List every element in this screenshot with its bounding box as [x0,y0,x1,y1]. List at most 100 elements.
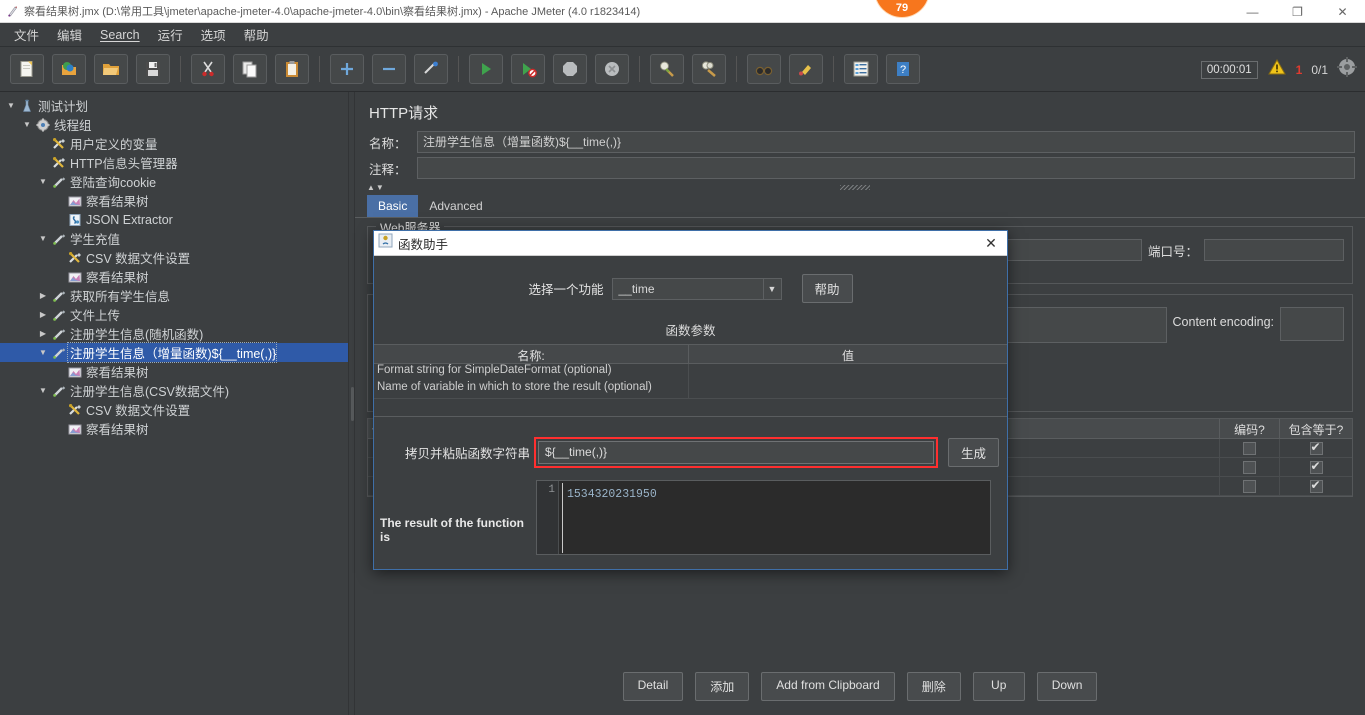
tree-node[interactable]: 用户定义的变量 [0,134,348,153]
include-equals-checkbox[interactable] [1309,478,1323,493]
collapse-controls[interactable]: ▲▼ [355,181,1365,193]
tree-node[interactable]: 察看结果树 [0,362,348,381]
tree-node[interactable]: ▼ 学生充值 [0,229,348,248]
expand-collapse-icon-open[interactable]: ▼ [36,386,50,395]
name-input[interactable]: 注册学生信息（增量函数)${__time(,)} [417,131,1355,153]
down-button[interactable]: Down [1036,672,1098,701]
detail-button[interactable]: Detail [622,672,684,701]
expand-collapse-icon-open[interactable]: ▼ [20,120,34,129]
expand-collapse-icon-open[interactable]: ▼ [4,101,18,110]
pane-splitter[interactable] [348,92,355,715]
encode-checkbox[interactable] [1243,460,1256,474]
chevron-down-icon[interactable]: ▼ [762,278,781,299]
tree-node[interactable]: ▶ 文件上传 [0,305,348,324]
new-icon[interactable] [10,54,44,84]
result-code[interactable]: 1534320231950 [559,481,990,554]
paste-icon[interactable] [275,54,309,84]
maximize-button[interactable]: ❐ [1275,0,1320,23]
arg-value-cell[interactable] [689,381,1007,398]
test-plan-tree[interactable]: ▼ 测试计划 ▼ 线程组 用户定义的变量 HTTP信息头管理器 ▼ 登陆查询cookie 察看结… [0,92,348,715]
reset-search-icon[interactable] [789,54,823,84]
tree-node[interactable]: CSV 数据文件设置 [0,400,348,419]
close-button[interactable]: ✕ [1320,0,1365,23]
menu-edit[interactable]: 编辑 [49,22,90,47]
expand-all-icon[interactable] [330,54,364,84]
tree-node[interactable]: ▼ 注册学生信息（增量函数)${__time(,)} [0,342,348,363]
expand-collapse-icon-open[interactable]: ▼ [36,348,50,357]
templates-icon[interactable] [52,54,86,84]
minimize-button[interactable]: — [1230,0,1275,23]
expand-collapse-icon-open[interactable]: ▼ [36,234,50,243]
resize-grip-icon[interactable] [839,185,870,190]
stop-icon[interactable] [553,54,587,84]
tree-node[interactable]: 察看结果树 [0,191,348,210]
copy-icon[interactable] [233,54,267,84]
start-icon[interactable] [469,54,503,84]
cell-include-equals[interactable] [1280,477,1352,495]
result-text-area[interactable]: 1 1534320231950 [536,480,991,555]
shutdown-icon[interactable] [595,54,629,84]
tree-node[interactable]: ▼ 测试计划 [0,96,348,115]
port-input[interactable] [1204,239,1344,261]
dialog-close-button[interactable]: ✕ [981,234,1001,253]
arg-value-cell[interactable] [689,364,1007,381]
collapse-arrows-icon[interactable]: ▲▼ [367,183,385,192]
notification-badge[interactable]: 79 [874,0,930,18]
cut-icon[interactable] [191,54,225,84]
add-button[interactable]: 添加 [695,672,750,701]
add-from-clipboard-button[interactable]: Add from Clipboard [761,672,895,701]
tree-node[interactable]: CSV 数据文件设置 [0,248,348,267]
include-equals-checkbox[interactable] [1309,459,1323,474]
tree-node[interactable]: ▶ 注册学生信息(随机函数) [0,324,348,343]
expand-collapse-icon-closed[interactable]: ▶ [36,329,50,338]
cell-include-equals[interactable] [1280,458,1352,476]
tab-basic[interactable]: Basic [367,195,419,217]
tree-node[interactable]: ▼ 注册学生信息(CSV数据文件) [0,381,348,400]
function-args-table[interactable]: 名称: 值 Format string for SimpleDateFormat… [374,344,1007,417]
include-equals-checkbox[interactable] [1309,440,1323,455]
generate-button[interactable]: 生成 [948,438,1000,467]
cell-encode[interactable] [1220,458,1280,476]
tree-node[interactable]: HTTP信息头管理器 [0,153,348,172]
open-icon[interactable] [94,54,128,84]
delete-button[interactable]: 删除 [906,672,961,701]
tree-node[interactable]: ▶ 获取所有学生信息 [0,286,348,305]
tree-node[interactable]: ▼ 线程组 [0,115,348,134]
function-helper-icon[interactable] [844,54,878,84]
menu-options[interactable]: 选项 [193,22,234,47]
arg-table-row[interactable]: Format string for SimpleDateFormat (opti… [374,364,1007,381]
clear-icon[interactable] [650,54,684,84]
thread-status-icon[interactable] [1337,57,1357,82]
encode-checkbox[interactable] [1243,479,1256,493]
expand-collapse-icon-closed[interactable]: ▶ [36,310,50,319]
collapse-all-icon[interactable] [372,54,406,84]
encode-checkbox[interactable] [1243,441,1256,455]
start-no-pause-icon[interactable] [511,54,545,84]
tab-advanced[interactable]: Advanced [418,195,493,217]
tree-node[interactable]: JSON Extractor [0,210,348,229]
function-select-dropdown[interactable]: __time ▼ [611,277,782,300]
menu-search[interactable]: Search [92,25,148,45]
help-button[interactable]: 帮助 [801,274,853,303]
tree-node[interactable]: 察看结果树 [0,267,348,286]
search-icon[interactable] [747,54,781,84]
clear-all-icon[interactable] [692,54,726,84]
help-icon[interactable]: ? [886,54,920,84]
expand-collapse-icon-open[interactable]: ▼ [36,177,50,186]
cell-encode[interactable] [1220,439,1280,457]
menu-help[interactable]: 帮助 [236,22,277,47]
cell-include-equals[interactable] [1280,439,1352,457]
arg-table-row[interactable]: Name of variable in which to store the r… [374,381,1007,398]
function-string-input[interactable]: ${__time(,)} [538,441,934,464]
cell-encode[interactable] [1220,477,1280,495]
expand-collapse-icon-closed[interactable]: ▶ [36,291,50,300]
menu-file[interactable]: 文件 [6,22,47,47]
up-button[interactable]: Up [972,672,1025,701]
save-icon[interactable] [136,54,170,84]
content-encoding-input[interactable] [1280,307,1344,341]
tree-node[interactable]: ▼ 登陆查询cookie [0,172,348,191]
warning-triangle-icon[interactable] [1267,58,1287,81]
toggle-icon[interactable] [414,54,448,84]
comment-input[interactable] [417,157,1355,179]
tree-node[interactable]: 察看结果树 [0,419,348,438]
